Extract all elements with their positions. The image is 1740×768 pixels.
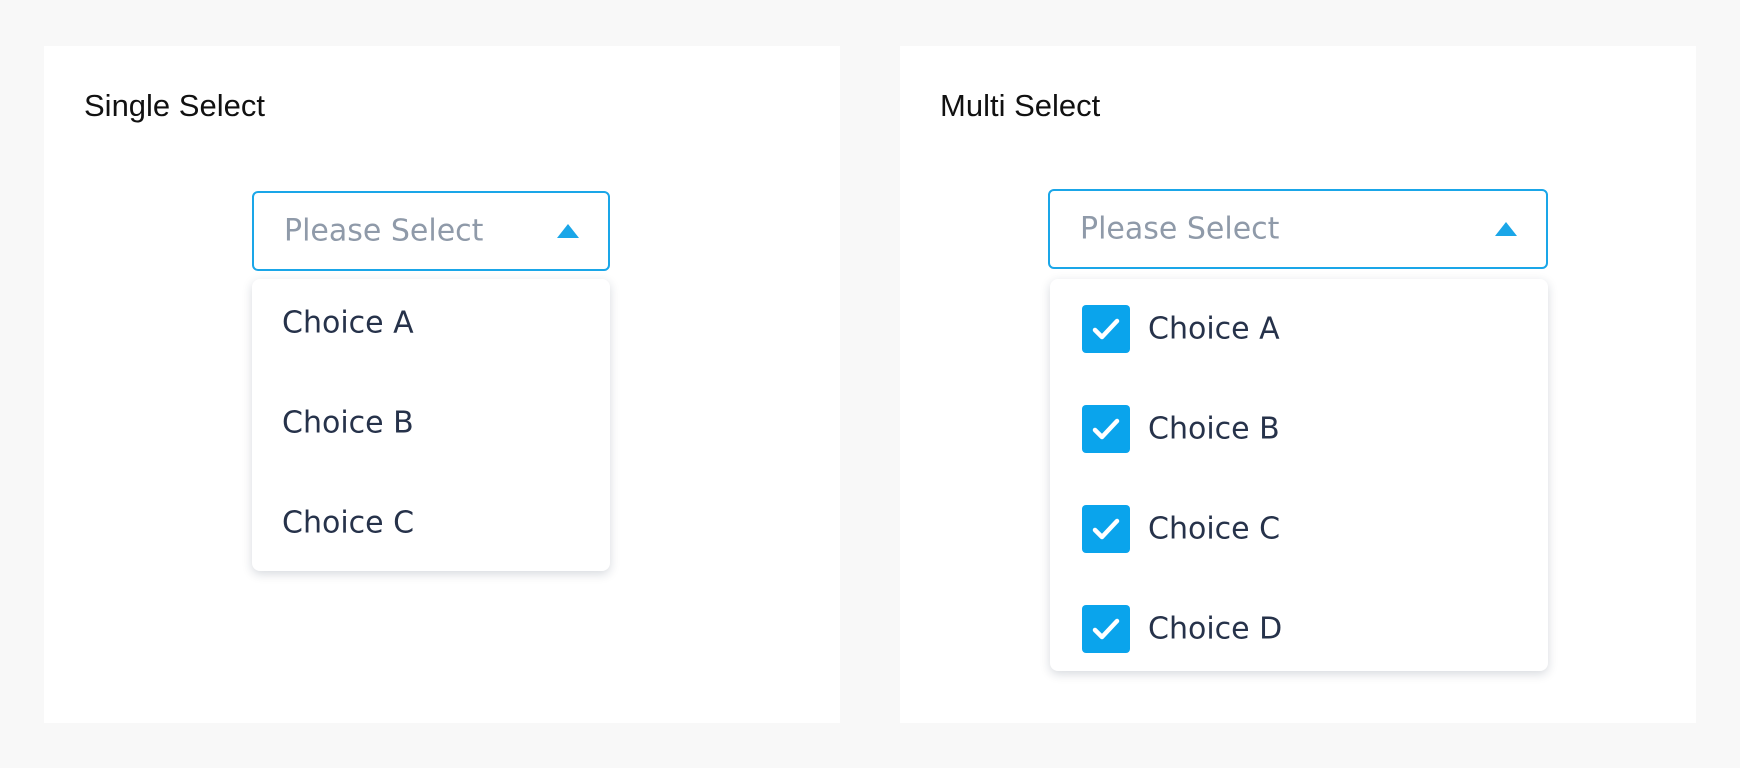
- single-select-option[interactable]: Choice A: [252, 273, 610, 373]
- option-label: Choice C: [282, 505, 415, 541]
- single-select-option[interactable]: Choice C: [252, 473, 610, 573]
- multi-select-dropdown-trigger[interactable]: Please Select: [1048, 189, 1548, 269]
- multi-select-options-list: Choice A Choice B Choice C Choice D: [1050, 279, 1548, 671]
- multi-select-placeholder: Please Select: [1080, 211, 1280, 247]
- checkbox-checked[interactable]: [1082, 505, 1130, 553]
- single-select-dropdown-trigger[interactable]: Please Select: [252, 191, 610, 271]
- checkmark-icon: [1092, 518, 1120, 540]
- multi-select-title: Multi Select: [940, 88, 1101, 123]
- checkmark-icon: [1092, 418, 1120, 440]
- checkmark-icon: [1092, 318, 1120, 340]
- single-select-panel: Single Select Please Select Choice A Cho…: [44, 46, 840, 723]
- multi-select-option[interactable]: Choice D: [1050, 579, 1548, 679]
- multi-select-panel: Multi Select Please Select Choice A Choi…: [900, 46, 1696, 723]
- multi-select-option[interactable]: Choice A: [1050, 279, 1548, 379]
- triangle-up-icon: [1495, 222, 1517, 236]
- single-select-title: Single Select: [84, 88, 265, 123]
- multi-select-option[interactable]: Choice B: [1050, 379, 1548, 479]
- single-select-option[interactable]: Choice B: [252, 373, 610, 473]
- checkbox-checked[interactable]: [1082, 405, 1130, 453]
- option-label: Choice C: [1148, 511, 1281, 547]
- option-label: Choice B: [282, 405, 414, 441]
- option-label: Choice A: [1148, 311, 1280, 347]
- option-label: Choice B: [1148, 411, 1280, 447]
- option-label: Choice D: [1148, 611, 1283, 647]
- triangle-up-icon: [557, 224, 579, 238]
- checkbox-checked[interactable]: [1082, 305, 1130, 353]
- checkbox-checked[interactable]: [1082, 605, 1130, 653]
- option-label: Choice A: [282, 305, 414, 341]
- multi-select-option[interactable]: Choice C: [1050, 479, 1548, 579]
- single-select-placeholder: Please Select: [284, 213, 484, 249]
- checkmark-icon: [1092, 618, 1120, 640]
- single-select-options-list: Choice A Choice B Choice C: [252, 279, 610, 571]
